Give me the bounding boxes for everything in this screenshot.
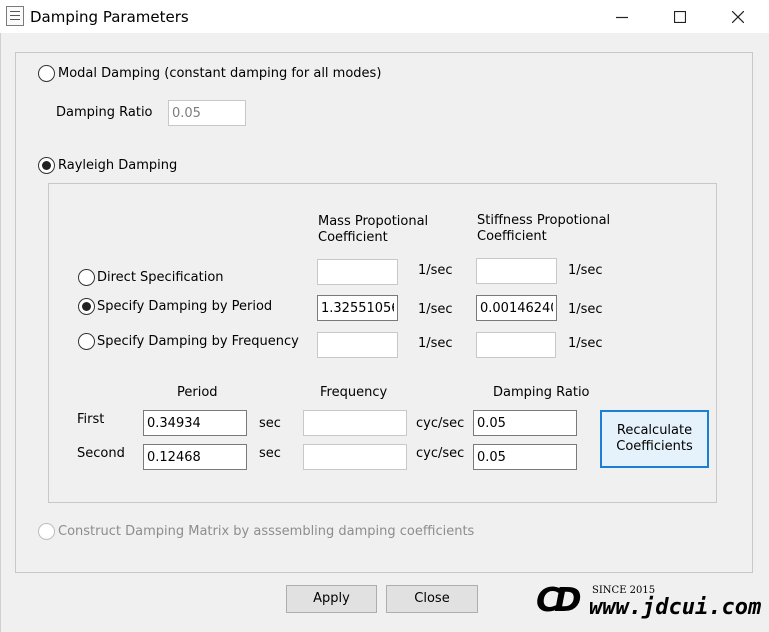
direct-mass-unit: 1/sec: [418, 263, 453, 278]
by-period-radio[interactable]: [78, 298, 95, 315]
maximize-button[interactable]: [651, 0, 709, 33]
watermark-url: www.jdcui.com: [589, 595, 762, 620]
second-frequency-field[interactable]: [303, 444, 407, 470]
frequency-stiffness-unit: 1/sec: [568, 336, 603, 351]
second-damping-field[interactable]: [473, 444, 577, 470]
frequency-stiffness-field[interactable]: [476, 332, 556, 358]
close-button[interactable]: Close: [386, 585, 478, 613]
direct-stiffness-field[interactable]: [476, 258, 557, 284]
second-row-label: Second: [77, 446, 125, 461]
first-period-field[interactable]: [143, 410, 247, 436]
first-row-label: First: [77, 412, 105, 427]
period-column-header: Period: [177, 385, 218, 400]
app-icon: [6, 6, 24, 26]
frequency-mass-unit: 1/sec: [418, 336, 453, 351]
first-period-unit: sec: [259, 416, 281, 431]
damping-ratio-label: Damping Ratio: [56, 105, 153, 120]
close-icon: [732, 10, 744, 23]
by-period-label: Specify Damping by Period: [97, 299, 273, 314]
first-damping-field[interactable]: [473, 410, 577, 436]
second-period-unit: sec: [259, 446, 281, 461]
modal-damping-label: Modal Damping (constant damping for all …: [58, 66, 382, 81]
damping-ratio-field[interactable]: [168, 100, 246, 126]
first-frequency-field[interactable]: [303, 410, 407, 436]
construct-matrix-radio: [38, 523, 55, 540]
maximize-icon: [674, 10, 686, 23]
frequency-column-header: Frequency: [320, 385, 388, 400]
frequency-mass-field[interactable]: [317, 332, 398, 358]
apply-button[interactable]: Apply: [286, 585, 377, 613]
period-mass-field[interactable]: [317, 295, 398, 321]
watermark-logo: CD: [536, 580, 582, 619]
rayleigh-damping-label: Rayleigh Damping: [58, 158, 178, 173]
direct-mass-field[interactable]: [317, 259, 398, 285]
period-mass-unit: 1/sec: [418, 302, 453, 317]
first-frequency-unit: cyc/sec: [416, 416, 465, 431]
window-title: Damping Parameters: [30, 8, 189, 26]
close-window-button[interactable]: [709, 0, 767, 33]
by-frequency-label: Specify Damping by Frequency: [97, 334, 299, 349]
damping-column-header: Damping Ratio: [493, 385, 590, 400]
stiffness-coefficient-header: Stiffness Propotional Coefficient: [477, 213, 611, 244]
recalculate-coefficients-button[interactable]: Recalculate Coefficients: [600, 410, 709, 468]
dialog-body: Modal Damping (constant damping for all …: [0, 33, 769, 632]
by-frequency-radio[interactable]: [78, 333, 95, 350]
title-bar: Damping Parameters: [0, 0, 769, 33]
mass-coefficient-header: Mass Propotional Coefficient: [318, 214, 429, 245]
period-stiffness-unit: 1/sec: [568, 302, 603, 317]
second-frequency-unit: cyc/sec: [416, 446, 465, 461]
period-stiffness-field[interactable]: [476, 295, 557, 321]
minimize-icon: [616, 16, 628, 18]
modal-damping-radio[interactable]: [38, 65, 55, 82]
direct-specification-label: Direct Specification: [97, 270, 224, 285]
direct-stiffness-unit: 1/sec: [568, 263, 603, 278]
minimize-button[interactable]: [593, 0, 651, 33]
rayleigh-damping-radio[interactable]: [38, 157, 55, 174]
direct-specification-radio[interactable]: [78, 269, 95, 286]
second-period-field[interactable]: [143, 444, 247, 470]
construct-matrix-label: Construct Damping Matrix by asssembling …: [58, 524, 475, 539]
